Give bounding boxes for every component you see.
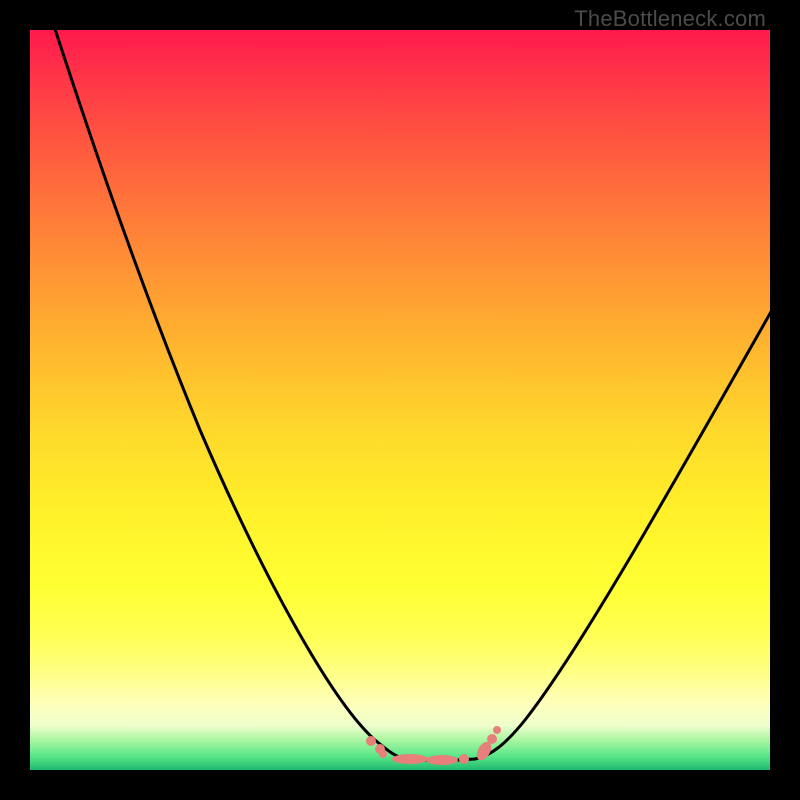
marker-dot — [493, 726, 501, 734]
curve-right-branch — [475, 310, 770, 759]
marker-dot — [375, 744, 385, 754]
chart-frame: TheBottleneck.com — [0, 0, 800, 800]
marker-segment — [392, 754, 428, 764]
curve-left-branch — [52, 30, 402, 758]
marker-dot — [487, 734, 497, 744]
markers-group — [366, 726, 501, 765]
marker-segment — [426, 755, 458, 765]
bottleneck-curve — [30, 30, 770, 770]
plot-area — [30, 30, 770, 770]
watermark-text: TheBottleneck.com — [574, 6, 766, 32]
marker-dot — [379, 750, 387, 758]
marker-dot — [366, 736, 376, 746]
curve-basin — [402, 758, 475, 760]
marker-segment — [474, 739, 494, 762]
marker-dot — [459, 754, 469, 764]
